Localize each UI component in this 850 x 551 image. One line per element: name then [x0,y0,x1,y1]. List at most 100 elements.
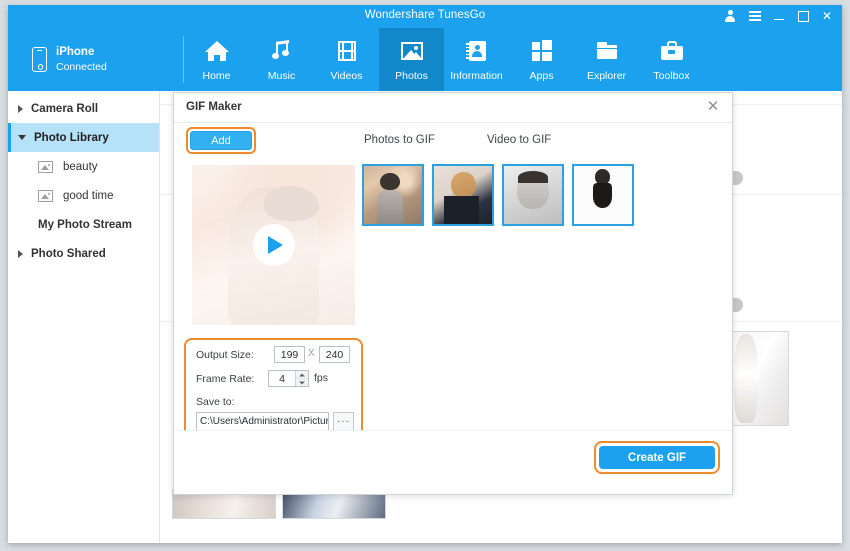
output-size-label: Output Size: [196,349,254,361]
nav-label-toolbox: Toolbox [653,70,690,82]
sidebar-label-photo-shared: Photo Shared [31,247,106,260]
sidebar-label-good-time: good time [63,189,114,202]
gif-preview [186,161,361,329]
play-button[interactable] [252,224,295,266]
nav-item-music[interactable]: Music [249,28,314,91]
sidebar-label-my-photo-stream: My Photo Stream [38,218,132,231]
play-icon [268,236,283,254]
stepper-up-icon[interactable] [296,371,308,379]
window-title: Wondershare TunesGo [364,9,486,21]
chevron-right-icon [18,104,23,113]
folder-icon [594,38,620,64]
contacts-icon [464,38,490,64]
album-icon [38,189,53,202]
tab-photos-to-gif[interactable]: Photos to GIF [364,134,435,146]
film-icon [334,38,360,64]
photo-thumbnail-1[interactable] [362,164,424,226]
nav-item-apps[interactable]: Apps [509,28,574,91]
nav-item-videos[interactable]: Videos [314,28,379,91]
stepper-down-icon[interactable] [296,379,308,386]
dialog-header: GIF Maker ✕ [174,93,732,123]
main-navigation-bar: iPhone Connected Home Music Videos Photo… [8,28,842,91]
tab-video-to-gif[interactable]: Video to GIF [487,134,551,146]
frame-rate-value[interactable]: 4 [269,373,295,385]
nav-item-home[interactable]: Home [184,28,249,91]
phone-icon [32,47,47,72]
photo-thumbnail-2[interactable] [432,164,494,226]
device-status: Connected [56,61,107,74]
add-button[interactable]: Add [190,131,252,150]
save-to-row: Save to: [196,396,264,408]
window-controls: ✕ [725,8,832,24]
close-icon[interactable]: ✕ [704,98,722,116]
dialog-footer: Create GIF [174,430,732,494]
sidebar-item-photo-library[interactable]: Photo Library [8,123,159,152]
chevron-down-icon [18,135,26,140]
main-area: Camera Roll Photo Library beauty good ti… [8,91,842,543]
nav-label-explorer: Explorer [586,70,627,82]
photo-content-area: 4 8 GIF Maker ✕ Add Photos to GIF [160,91,842,543]
photo-thumbnail-4[interactable] [572,164,634,226]
nav-item-photos[interactable]: Photos [379,28,444,91]
frame-rate-unit: fps [314,372,329,384]
save-path-input[interactable]: C:\Users\Administrator\Pictures\ [196,412,329,431]
nav-label-videos: Videos [330,70,363,82]
frame-rate-row: Frame Rate: [196,373,264,385]
album-icon [38,160,53,173]
nav-items: Home Music Videos Photos Information App… [184,28,704,91]
gif-settings-panel: Output Size: 199 X 240 Frame Rate: 4 fps… [184,338,363,442]
sidebar-item-good-time[interactable]: good time [8,181,159,210]
sidebar-label-photo-library: Photo Library [34,131,109,144]
application-window: Wondershare TunesGo ✕ iPhone Connected H… [8,5,842,543]
output-size-separator: X [308,348,315,359]
preview-image [192,165,355,325]
nav-item-information[interactable]: Information [444,28,509,91]
gif-maker-dialog: GIF Maker ✕ Add Photos to GIF Video to G… [173,92,733,495]
apps-icon [529,38,555,64]
create-gif-highlight: Create GIF [594,441,720,474]
sidebar-item-my-photo-stream[interactable]: My Photo Stream [8,210,159,239]
nav-label-apps: Apps [529,70,554,82]
title-bar: Wondershare TunesGo ✕ [8,5,842,28]
frame-rate-stepper[interactable]: 4 [268,370,309,387]
output-size-row: Output Size: [196,349,264,361]
maximize-button[interactable] [797,10,809,22]
sidebar-item-beauty[interactable]: beauty [8,152,159,181]
gif-mode-tabs: Photos to GIF Video to GIF [364,134,551,146]
save-to-label: Save to: [196,396,235,408]
menu-icon[interactable] [748,11,761,21]
connected-device[interactable]: iPhone Connected [8,28,184,91]
save-path-row: C:\Users\Administrator\Pictures\ ··· [196,412,354,431]
dialog-title: GIF Maker [186,101,242,113]
sidebar-label-beauty: beauty [63,160,98,173]
browse-button[interactable]: ··· [333,412,354,431]
toolbox-icon [659,38,685,64]
close-button[interactable]: ✕ [822,8,832,24]
output-height-input[interactable]: 240 [319,346,350,363]
photo-icon [399,38,425,64]
frame-rate-label: Frame Rate: [196,373,255,385]
dialog-toolbar: Add Photos to GIF Video to GIF [174,123,732,161]
output-width-input[interactable]: 199 [274,346,305,363]
nav-label-home: Home [202,70,231,82]
sidebar-item-camera-roll[interactable]: Camera Roll [8,94,159,123]
sidebar-item-photo-shared[interactable]: Photo Shared [8,239,159,268]
nav-item-toolbox[interactable]: Toolbox [639,28,704,91]
stepper-arrows[interactable] [295,371,308,386]
music-icon [269,38,295,64]
nav-label-information: Information [450,70,503,82]
create-gif-button[interactable]: Create GIF [599,446,715,469]
sidebar: Camera Roll Photo Library beauty good ti… [8,91,160,543]
photo-thumbnail-3[interactable] [502,164,564,226]
nav-label-music: Music [267,70,296,82]
selected-photos-strip [362,164,634,226]
minimize-button[interactable] [773,10,785,22]
add-button-highlight: Add [186,127,256,154]
home-icon [204,38,230,64]
nav-item-explorer[interactable]: Explorer [574,28,639,91]
nav-label-photos: Photos [395,70,428,82]
account-icon[interactable] [725,10,736,22]
chevron-right-icon [18,249,23,258]
device-name: iPhone [56,45,95,58]
sidebar-label-camera-roll: Camera Roll [31,102,99,115]
